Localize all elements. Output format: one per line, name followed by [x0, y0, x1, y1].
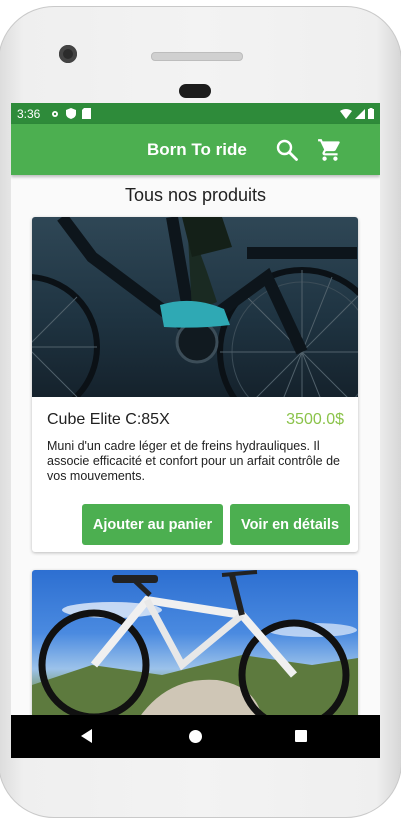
product-price: 3500.0$	[286, 411, 344, 428]
home-icon[interactable]	[189, 730, 202, 743]
search-icon[interactable]	[275, 138, 299, 162]
status-time: 3:36	[17, 106, 41, 121]
sd-card-icon	[82, 108, 92, 119]
screen: 3:36 Born To ride Tous nos produits Cube…	[11, 103, 380, 758]
add-to-cart-button[interactable]: Ajouter au panier	[82, 504, 223, 545]
bike-illustration	[32, 217, 358, 437]
battery-icon	[368, 108, 374, 119]
cart-icon[interactable]	[317, 137, 343, 163]
shield-icon	[66, 108, 77, 119]
signal-icon	[355, 108, 365, 119]
app-title: Born To ride	[147, 140, 247, 159]
wifi-icon	[340, 108, 352, 119]
status-bar: 3:36	[11, 103, 380, 124]
back-icon[interactable]	[81, 729, 92, 743]
product-image	[32, 217, 358, 437]
product-name: Cube Elite C:85X	[47, 411, 170, 428]
view-details-button[interactable]: Voir en détails	[230, 504, 350, 545]
earpiece-speaker	[151, 52, 243, 61]
settings-icon	[52, 110, 59, 117]
recent-apps-icon[interactable]	[295, 730, 307, 742]
app-bar: Born To ride	[11, 124, 380, 175]
proximity-sensor	[179, 84, 211, 98]
product-description: Muni d'un cadre léger et de freins hydra…	[47, 439, 340, 483]
page-heading: Tous nos produits	[124, 185, 267, 205]
front-camera	[59, 45, 77, 63]
navigation-bar	[11, 715, 380, 758]
product-card[interactable]: Cube Elite C:85X 3500.0$ Muni d'un cadre…	[32, 217, 358, 552]
